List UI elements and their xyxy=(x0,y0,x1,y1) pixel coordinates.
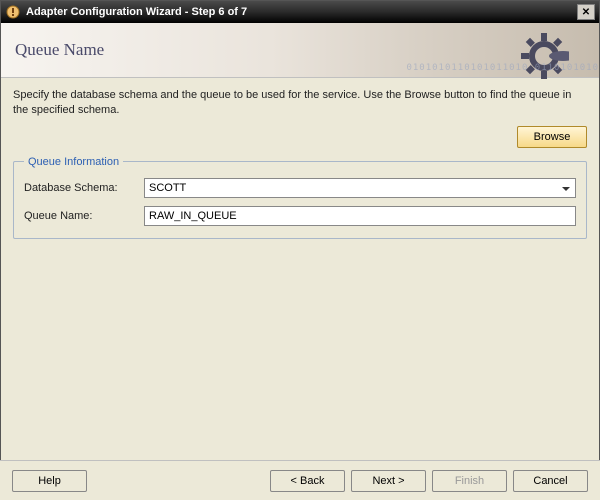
database-schema-value: SCOTT xyxy=(149,182,186,194)
finish-button: Finish xyxy=(432,470,507,492)
chevron-down-icon xyxy=(559,182,573,196)
back-button[interactable]: < Back xyxy=(270,470,345,492)
queue-name-label: Queue Name: xyxy=(24,210,144,222)
help-button[interactable]: Help xyxy=(12,470,87,492)
wizard-footer: Help < Back Next > Finish Cancel xyxy=(0,460,600,500)
titlebar: Adapter Configuration Wizard - Step 6 of… xyxy=(1,1,599,23)
database-schema-label: Database Schema: xyxy=(24,182,144,194)
cancel-button[interactable]: Cancel xyxy=(513,470,588,492)
queue-name-input[interactable] xyxy=(144,206,576,226)
wizard-header: Queue Name 0101010110101011010 011010101… xyxy=(1,23,599,78)
group-legend: Queue Information xyxy=(24,156,123,168)
instruction-text: Specify the database schema and the queu… xyxy=(13,88,587,118)
window-title: Adapter Configuration Wizard - Step 6 of… xyxy=(26,6,577,18)
browse-button[interactable]: Browse xyxy=(517,126,587,148)
gear-icon xyxy=(519,31,569,81)
content-area: Specify the database schema and the queu… xyxy=(1,78,599,460)
page-title: Queue Name xyxy=(15,40,104,60)
close-button[interactable]: ✕ xyxy=(577,4,595,20)
app-icon xyxy=(5,4,21,20)
queue-information-group: Queue Information Database Schema: SCOTT… xyxy=(13,156,587,239)
database-schema-select[interactable]: SCOTT xyxy=(144,178,576,198)
queue-name-row: Queue Name: xyxy=(24,206,576,226)
next-button[interactable]: Next > xyxy=(351,470,426,492)
database-schema-row: Database Schema: SCOTT xyxy=(24,178,576,198)
decorative-binary: 0101010110101011010 0110101010 xyxy=(406,63,599,73)
